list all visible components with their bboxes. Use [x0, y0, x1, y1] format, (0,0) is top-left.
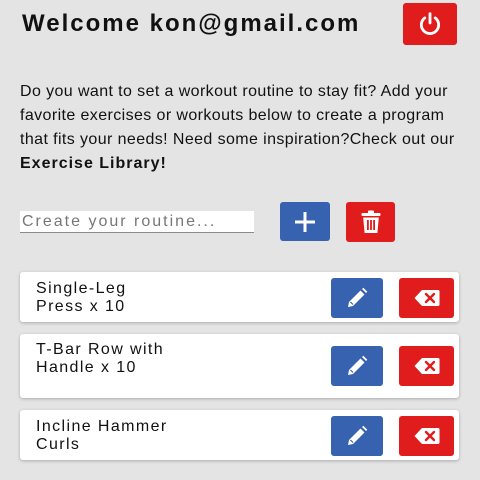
header: Welcome kon@gmail.com	[0, 0, 480, 50]
power-icon	[419, 12, 441, 35]
trash-icon	[361, 210, 380, 233]
intro-text: Do you want to set a workout routine to …	[20, 80, 465, 176]
edit-routine-button[interactable]	[331, 346, 383, 386]
plus-icon	[295, 211, 315, 232]
edit-routine-button[interactable]	[331, 416, 383, 456]
backspace-x-icon	[414, 428, 439, 444]
pencil-icon	[348, 355, 368, 375]
routine-name: Single-Leg Press x 10	[36, 280, 127, 315]
routine-card: Single-Leg Press x 10	[20, 272, 459, 322]
logout-button[interactable]	[403, 3, 457, 45]
delete-routine-button[interactable]	[399, 416, 454, 456]
clear-routines-button[interactable]	[346, 202, 395, 242]
welcome-title: Welcome kon@gmail.com	[22, 10, 361, 37]
routine-name: Incline Hammer Curls	[36, 418, 168, 453]
pencil-icon	[348, 425, 368, 445]
add-routine-button[interactable]	[280, 202, 330, 241]
exercise-library-link[interactable]: Exercise Library!	[20, 155, 167, 172]
routine-input[interactable]	[20, 211, 254, 233]
backspace-x-icon	[414, 358, 439, 374]
pencil-icon	[348, 287, 368, 307]
backspace-x-icon	[414, 290, 439, 306]
routine-name: T-Bar Row with Handle x 10	[36, 341, 165, 376]
routine-card: T-Bar Row with Handle x 10	[20, 334, 459, 398]
routine-card: Incline Hammer Curls	[20, 410, 459, 460]
delete-routine-button[interactable]	[399, 346, 454, 386]
delete-routine-button[interactable]	[399, 278, 454, 318]
intro-body: Do you want to set a workout routine to …	[20, 83, 455, 148]
edit-routine-button[interactable]	[331, 278, 383, 318]
